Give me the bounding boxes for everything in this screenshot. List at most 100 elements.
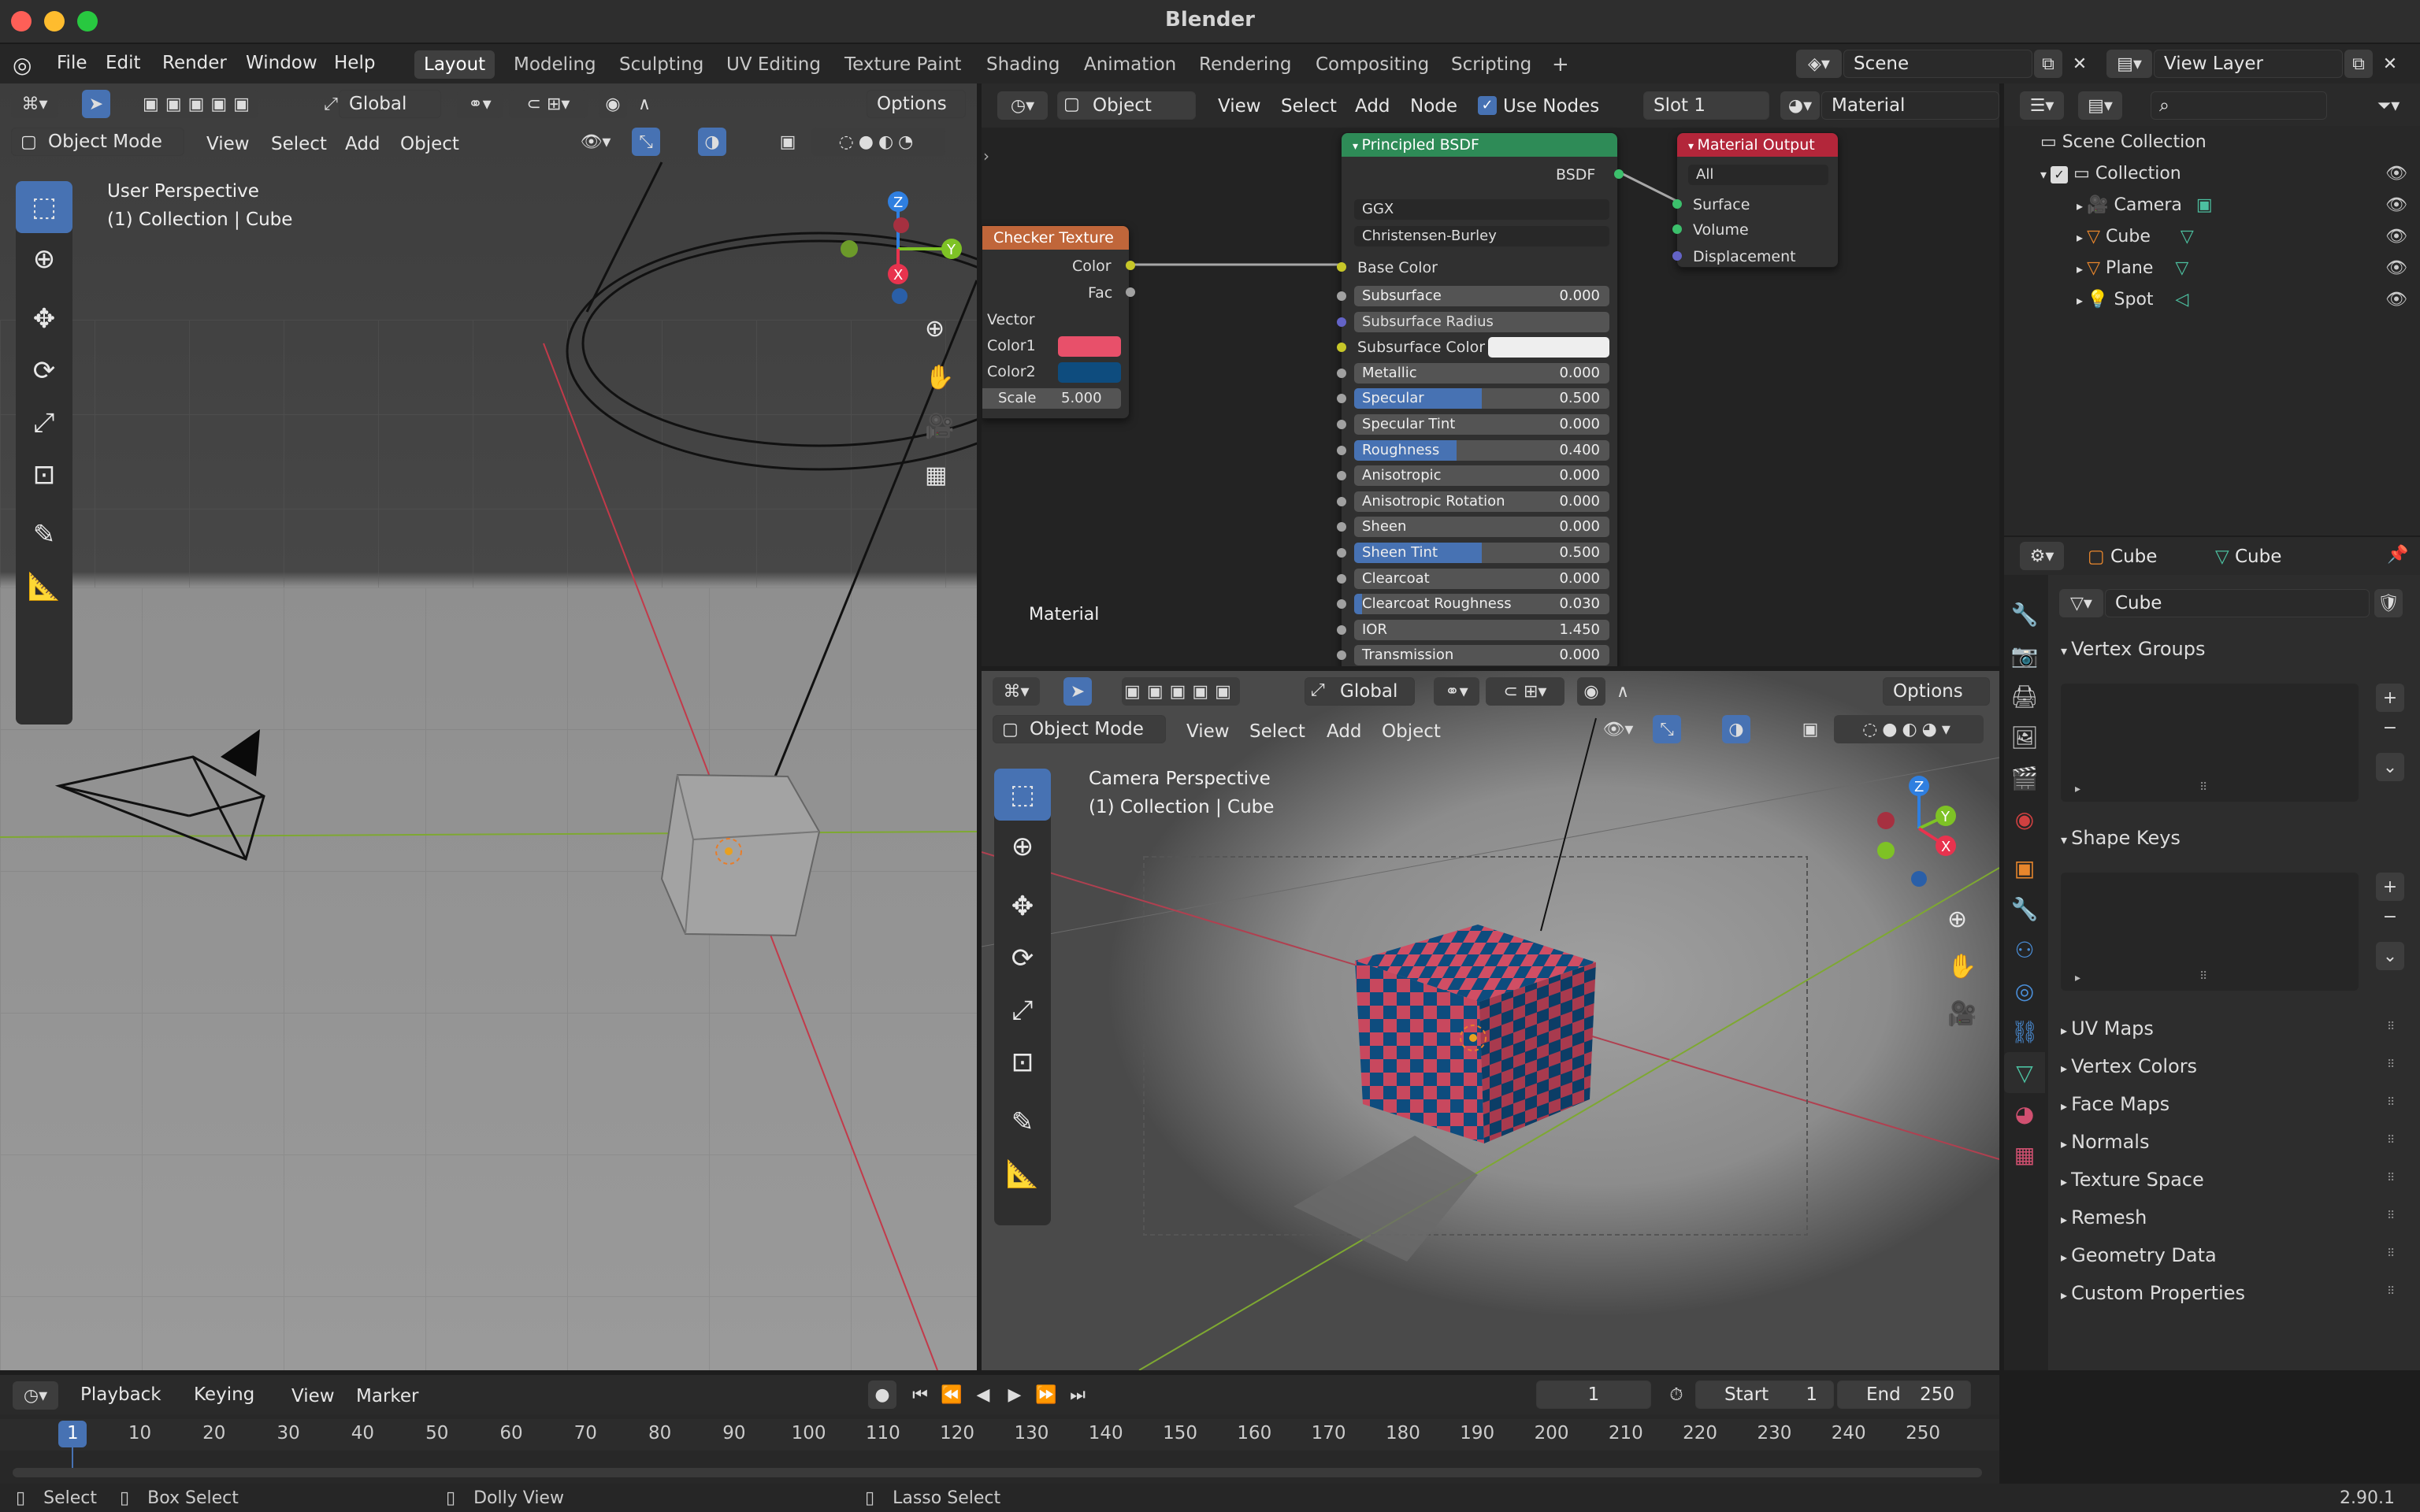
bsdf-collapse-icon[interactable]: ▾ <box>1353 140 1361 153</box>
shading-mode-icons[interactable]: ◌●◐◔ <box>811 128 945 156</box>
jump-end-button[interactable]: ⏭ <box>1063 1380 1092 1409</box>
add-workspace-button[interactable]: + <box>1542 50 1579 79</box>
scene-properties-tab[interactable]: 🎬 <box>2004 758 2045 799</box>
bsdf-param-socket[interactable] <box>1337 394 1346 404</box>
tab-scripting[interactable]: Scripting <box>1442 50 1541 79</box>
displacement-socket[interactable] <box>1672 251 1682 261</box>
plane-mesh-icon[interactable]: ▽ <box>2175 258 2188 278</box>
surface-socket[interactable] <box>1672 199 1682 209</box>
timeline[interactable]: ◷▾ Playback Keying View Marker ● ⏮ ⏪ ◀ ▶… <box>0 1375 1999 1484</box>
view-layer-properties-tab[interactable]: 🖼 <box>2004 717 2045 758</box>
subsurface-color-swatch[interactable] <box>1488 337 1609 358</box>
bsdf-param-socket[interactable] <box>1337 471 1346 481</box>
fake-user-shield-icon[interactable]: 🛡 <box>2374 589 2403 617</box>
jump-start-button[interactable]: ⏮ <box>906 1380 934 1409</box>
distribution-select[interactable]: GGX <box>1354 199 1609 220</box>
checker-scale-field[interactable]: Scale 5.000 <box>982 388 1121 409</box>
texture-properties-tab[interactable]: ▦ <box>2004 1134 2045 1175</box>
falloff-icon[interactable]: ∧ <box>630 90 659 118</box>
shape-key-add-button[interactable]: + <box>2376 873 2404 901</box>
overlay-toggle-icon[interactable]: ◑ <box>698 128 726 156</box>
modifier-properties-tab[interactable]: 🔧 <box>2004 888 2045 929</box>
view-layer-new-icon[interactable]: ⧉ <box>2344 50 2373 78</box>
tab-texture-paint[interactable]: Texture Paint <box>835 50 971 79</box>
timeline-editor-type-icon[interactable]: ◷▾ <box>13 1381 58 1410</box>
viewport-camera[interactable]: ⌘▾ ➤ ▣▣▣▣▣ Global ⤢ ⚭▾ ⊂ ⊞▾ ◉ ∧ Options … <box>982 671 1999 1370</box>
bsdf-param-slider[interactable]: Anisotropic 0.000 <box>1354 465 1609 487</box>
viewport-left[interactable]: ⌘▾ ➤ ▣▣▣▣▣ ⤢ Global ⚭▾ ⊂ ⊞▾ ◉ ∧ Options … <box>0 83 977 1370</box>
menu-file[interactable]: File <box>57 53 87 73</box>
plane-expand-icon[interactable]: ▸ <box>2077 261 2087 276</box>
properties-editor[interactable]: ⚙▾ ▢ Cube ▽ Cube 📌 🔧 📷 🖨 🖼 🎬 ◉ ▣ 🔧 ⚇ ◎ ⛓… <box>2004 537 2420 1370</box>
physics-properties-tab[interactable]: ◎ <box>2004 970 2045 1011</box>
pan-view-icon[interactable]: ✋ <box>925 364 954 391</box>
shape-keys-list-expand-icon[interactable]: ▸ <box>2075 972 2080 984</box>
bsdf-param-slider[interactable]: IOR 1.450 <box>1354 619 1609 640</box>
cube-expand-icon[interactable]: ▸ <box>2077 230 2087 245</box>
cube-visibility-icon[interactable]: 👁 <box>2385 227 2407 246</box>
checker-texture-node[interactable]: Checker Texture Color Fac Vector Color1 … <box>982 225 1135 419</box>
tab-animation[interactable]: Animation <box>1075 50 1186 79</box>
menu-render[interactable]: Render <box>162 53 227 73</box>
timeline-menu-marker[interactable]: Marker <box>356 1386 419 1406</box>
camera-select-box-tool[interactable]: ⬚ <box>994 769 1051 821</box>
bsdf-output-socket[interactable] <box>1614 169 1624 179</box>
menu-edit[interactable]: Edit <box>106 53 141 73</box>
bsdf-param-socket[interactable] <box>1337 548 1346 558</box>
properties-panel-header[interactable]: ▸ Normals <box>2061 1131 2149 1153</box>
plane-visibility-icon[interactable]: 👁 <box>2385 258 2407 278</box>
subsurface-method-select[interactable]: Christensen-Burley <box>1354 226 1609 246</box>
outliner-item-cube[interactable]: ▸ ▽ Cube ▽ <box>2077 227 2194 246</box>
outliner-item-plane[interactable]: ▸ ▽ Plane ▽ <box>2077 258 2188 278</box>
camera-select-tool-icon[interactable]: ➤ <box>1063 677 1092 706</box>
vertex-groups-panel-header[interactable]: ▾ Vertex Groups <box>2061 638 2205 660</box>
properties-panel-header[interactable]: ▸ Remesh <box>2061 1206 2147 1228</box>
proportional-edit-icon[interactable]: ◉ <box>599 90 627 118</box>
subsurface-radius-socket[interactable] <box>1337 317 1346 327</box>
menu-window[interactable]: Window <box>246 53 317 73</box>
volume-socket[interactable] <box>1672 224 1682 234</box>
tab-rendering[interactable]: Rendering <box>1190 50 1301 79</box>
camera-view-toggle-icon[interactable]: 🎥 <box>1947 1000 1976 1028</box>
camera-snap-icon[interactable]: ⊂ ⊞▾ <box>1486 677 1564 706</box>
panel-grip-icon[interactable]: ⠿ <box>2387 1134 2395 1147</box>
collection-row[interactable]: ▾ ✓ ▭ Collection <box>2040 164 2181 183</box>
camera-measure-tool[interactable]: 📐 <box>994 1148 1051 1200</box>
zoom-view-icon[interactable]: ⊕ <box>925 315 945 343</box>
scene-new-icon[interactable]: ⧉ <box>2034 50 2062 78</box>
record-keyframe-button[interactable]: ● <box>868 1380 896 1409</box>
bsdf-param-socket[interactable] <box>1337 650 1346 661</box>
panel-grip-icon[interactable]: ⠿ <box>2387 1058 2395 1071</box>
camera-falloff-icon[interactable]: ∧ <box>1609 677 1637 706</box>
camera-mode-select[interactable]: Object Mode <box>993 715 1166 743</box>
cube-mesh-icon[interactable]: ▽ <box>2181 227 2194 246</box>
camera-rotate-tool[interactable]: ⟳ <box>994 932 1051 984</box>
output-properties-tab[interactable]: 🖨 <box>2004 676 2045 717</box>
checker-fac-socket[interactable] <box>1126 287 1135 297</box>
shape-key-remove-button[interactable]: − <box>2376 902 2404 931</box>
jump-next-keyframe-button[interactable]: ⏩ <box>1032 1380 1060 1409</box>
outliner-editor-type-icon[interactable]: ☰▾ <box>2020 91 2064 120</box>
viewport-left-options-button[interactable]: Options <box>867 90 966 118</box>
panel-grip-icon[interactable]: ⠿ <box>2387 1285 2395 1298</box>
annotate-tool[interactable]: ✎ <box>16 509 72 561</box>
bsdf-param-socket[interactable] <box>1337 445 1346 455</box>
pivot-point-icon[interactable]: ⚭▾ <box>457 90 503 118</box>
properties-panel-header[interactable]: ▸ Vertex Colors <box>2061 1055 2197 1077</box>
camera-overlay-toggle-icon[interactable]: ◑ <box>1722 715 1750 743</box>
scene-name-field[interactable]: Scene <box>1843 50 2032 78</box>
bsdf-param-slider[interactable]: Specular Tint 0.000 <box>1354 414 1609 435</box>
camera-cursor-tool[interactable]: ⊕ <box>994 821 1051 873</box>
panel-grip-icon[interactable]: ⠿ <box>2387 1096 2395 1109</box>
scene-remove-icon[interactable]: ✕ <box>2066 50 2094 78</box>
properties-panel-header[interactable]: ▸ UV Maps <box>2061 1017 2154 1040</box>
bsdf-param-slider[interactable]: Clearcoat Roughness 0.030 <box>1354 594 1609 615</box>
material-output-node[interactable]: ▾ Material Output All Surface Volume Dis… <box>1672 132 1839 268</box>
camera-expand-icon[interactable]: ▸ <box>2077 198 2087 213</box>
bsdf-param-slider[interactable]: Specular 0.500 <box>1354 388 1609 410</box>
tab-modeling[interactable]: Modeling <box>504 50 606 79</box>
timeline-menu-view[interactable]: View <box>291 1386 335 1406</box>
spot-data-icon[interactable]: ◁ <box>2176 290 2189 309</box>
cursor-tool[interactable]: ⊕ <box>16 233 72 285</box>
visibility-icon[interactable]: 👁▾ <box>572 128 619 156</box>
